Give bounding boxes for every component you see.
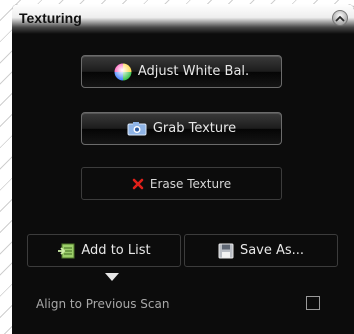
color-wheel-icon bbox=[114, 63, 132, 81]
save-as-button[interactable]: Save As... bbox=[184, 234, 338, 267]
adjust-white-balance-button[interactable]: Adjust White Bal. bbox=[81, 55, 282, 88]
panel-header[interactable]: Texturing bbox=[12, 4, 354, 34]
texturing-panel: Texturing Adjust White Bal. Grab Texture… bbox=[12, 4, 354, 334]
adjust-white-balance-label: Adjust White Bal. bbox=[137, 64, 250, 79]
grab-texture-button[interactable]: Grab Texture bbox=[81, 112, 282, 145]
add-to-list-label: Add to List bbox=[81, 243, 151, 258]
floppy-disk-icon bbox=[218, 243, 234, 259]
camera-icon bbox=[127, 121, 147, 136]
dropdown-arrow-icon[interactable] bbox=[105, 273, 119, 281]
add-to-list-icon bbox=[57, 243, 75, 259]
collapse-chevron-icon[interactable] bbox=[332, 10, 348, 26]
panel-title: Texturing bbox=[19, 10, 82, 26]
align-to-previous-scan-label: Align to Previous Scan bbox=[36, 297, 170, 311]
save-as-label: Save As... bbox=[239, 243, 305, 258]
erase-texture-button[interactable]: Erase Texture bbox=[81, 167, 282, 200]
add-to-list-button[interactable]: Add to List bbox=[27, 234, 181, 267]
erase-texture-label: Erase Texture bbox=[149, 176, 232, 191]
red-x-icon bbox=[132, 178, 144, 190]
align-to-previous-scan-checkbox[interactable] bbox=[306, 296, 320, 310]
grab-texture-label: Grab Texture bbox=[152, 121, 237, 136]
